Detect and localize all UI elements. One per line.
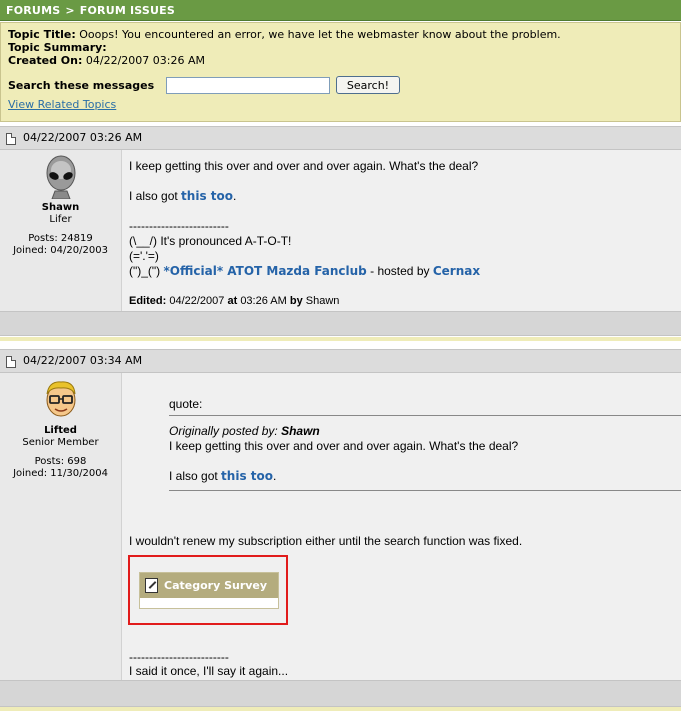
post-document-icon: [6, 133, 16, 145]
username[interactable]: Shawn: [0, 202, 121, 214]
topic-title-label: Topic Title:: [8, 28, 76, 41]
search-input[interactable]: [166, 76, 330, 94]
user-info-column: Shawn Lifer Posts: 24819 Joined: 04/20/2…: [0, 150, 122, 311]
post-content: I keep getting this over and over and ov…: [129, 159, 681, 309]
mazda-fanclub-link[interactable]: *Official* ATOT Mazda Fanclub: [164, 264, 367, 278]
edited-by: by: [289, 295, 303, 307]
post-footer: [0, 311, 681, 336]
post-document-icon: [6, 356, 16, 368]
quote-text-line-with-link: I also got this too.: [169, 469, 681, 484]
topic-title-value: Ooops! You encountered an error, we have…: [79, 28, 561, 41]
post-header: 04/22/2007 03:34 AM: [0, 349, 681, 373]
breadcrumb-separator: >: [65, 4, 75, 17]
user-post-count: Posts: 24819: [28, 233, 93, 244]
quote-text: I also got: [169, 469, 218, 483]
signature-text: - hosted by: [370, 264, 430, 278]
post-header: 04/22/2007 03:26 AM: [0, 126, 681, 150]
edited-user: Shawn: [305, 295, 340, 307]
view-related-topics-link[interactable]: View Related Topics: [8, 98, 116, 112]
edited-date: 04/22/2007: [169, 295, 225, 307]
search-label: Search these messages: [8, 78, 155, 92]
signature-line: I said it once, I'll say it again...: [129, 664, 289, 678]
this-too-link[interactable]: this too: [181, 189, 233, 203]
post-divider: [0, 337, 681, 341]
signature-rule: -------------------------: [129, 219, 229, 233]
glasses-avatar-icon[interactable]: [41, 378, 81, 422]
post-footer: [0, 680, 681, 707]
breadcrumb-forums-link[interactable]: FORUMS: [6, 4, 60, 17]
user-joined-date: Joined: 04/20/2003: [13, 245, 108, 256]
post-divider: [0, 707, 681, 711]
topic-summary-label: Topic Summary:: [8, 41, 107, 54]
post-timestamp: 04/22/2007 03:26 AM: [23, 131, 143, 144]
post-text-line: I keep getting this over and over and ov…: [129, 159, 479, 173]
breadcrumb-forum-issues-link[interactable]: FORUM ISSUES: [80, 4, 175, 17]
post-text-punctuation: .: [232, 189, 237, 203]
post-body: Lifted Senior Member Posts: 698 Joined: …: [0, 373, 681, 680]
user-title: Senior Member: [22, 437, 99, 448]
post-text-line-with-link: I also got this too.: [129, 189, 681, 204]
topic-summary-row: Topic Summary:: [8, 41, 680, 54]
user-joined-date: Joined: 11/30/2004: [13, 468, 108, 479]
topic-created-label: Created On:: [8, 54, 83, 67]
signature-text: (")_("): [129, 264, 161, 278]
quote-attribution: Originally posted by: Shawn: [169, 424, 681, 439]
post-body: Shawn Lifer Posts: 24819 Joined: 04/20/2…: [0, 150, 681, 311]
user-title: Lifer: [49, 214, 72, 225]
post-text-line: I wouldn't renew my subscription either …: [129, 534, 523, 548]
survey-pencil-icon: [145, 578, 158, 593]
edited-info: Edited: 04/22/2007 at 03:26 AM by Shawn: [129, 294, 681, 309]
post-text: I also got: [129, 189, 178, 203]
quote-bottom-rule: [169, 490, 681, 491]
edited-time: 03:26 AM: [240, 295, 287, 307]
quote-posted-by: Originally posted by:: [169, 424, 278, 438]
category-survey-image[interactable]: Category Survey: [139, 572, 279, 609]
user-info-column: Lifted Senior Member Posts: 698 Joined: …: [0, 373, 122, 680]
post-timestamp: 04/22/2007 03:34 AM: [23, 354, 143, 367]
quoted-this-too-link[interactable]: this too: [221, 469, 273, 483]
topic-title-row: Topic Title: Ooops! You encountered an e…: [8, 28, 680, 41]
username[interactable]: Lifted: [0, 425, 121, 437]
user-post-count: Posts: 698: [34, 456, 87, 467]
edited-label: Edited:: [129, 295, 167, 307]
topic-created-row: Created On: 04/22/2007 03:26 AM: [8, 54, 680, 67]
topic-created-value: 04/22/2007 03:26 AM: [85, 54, 205, 67]
cernax-link[interactable]: Cernax: [433, 264, 480, 278]
signature-line-with-links: (")_(") *Official* ATOT Mazda Fanclub - …: [129, 264, 681, 279]
search-row: Search these messages Search!: [8, 75, 680, 95]
highlight-box: Category Survey: [128, 555, 288, 625]
breadcrumb: FORUMS > FORUM ISSUES: [0, 0, 681, 21]
quote-text-line: I keep getting this over and over and ov…: [169, 439, 519, 453]
category-survey-label: Category Survey: [164, 579, 268, 592]
quote-text-punctuation: .: [272, 469, 277, 483]
category-survey-header: Category Survey: [140, 573, 278, 598]
topic-summary-panel: Topic Title: Ooops! You encountered an e…: [0, 22, 681, 122]
quote-top-rule: [169, 415, 681, 416]
signature-line: (\__/) It's pronounced A-T-O-T!: [129, 234, 292, 248]
edited-at: at: [227, 295, 238, 307]
signature-line: (='.'=): [129, 249, 159, 263]
quote-author: Shawn: [281, 424, 320, 438]
search-button[interactable]: Search!: [336, 76, 400, 94]
alien-avatar-icon[interactable]: [41, 155, 81, 200]
quote-label: quote:: [169, 397, 203, 411]
signature-rule: -------------------------: [129, 650, 229, 664]
